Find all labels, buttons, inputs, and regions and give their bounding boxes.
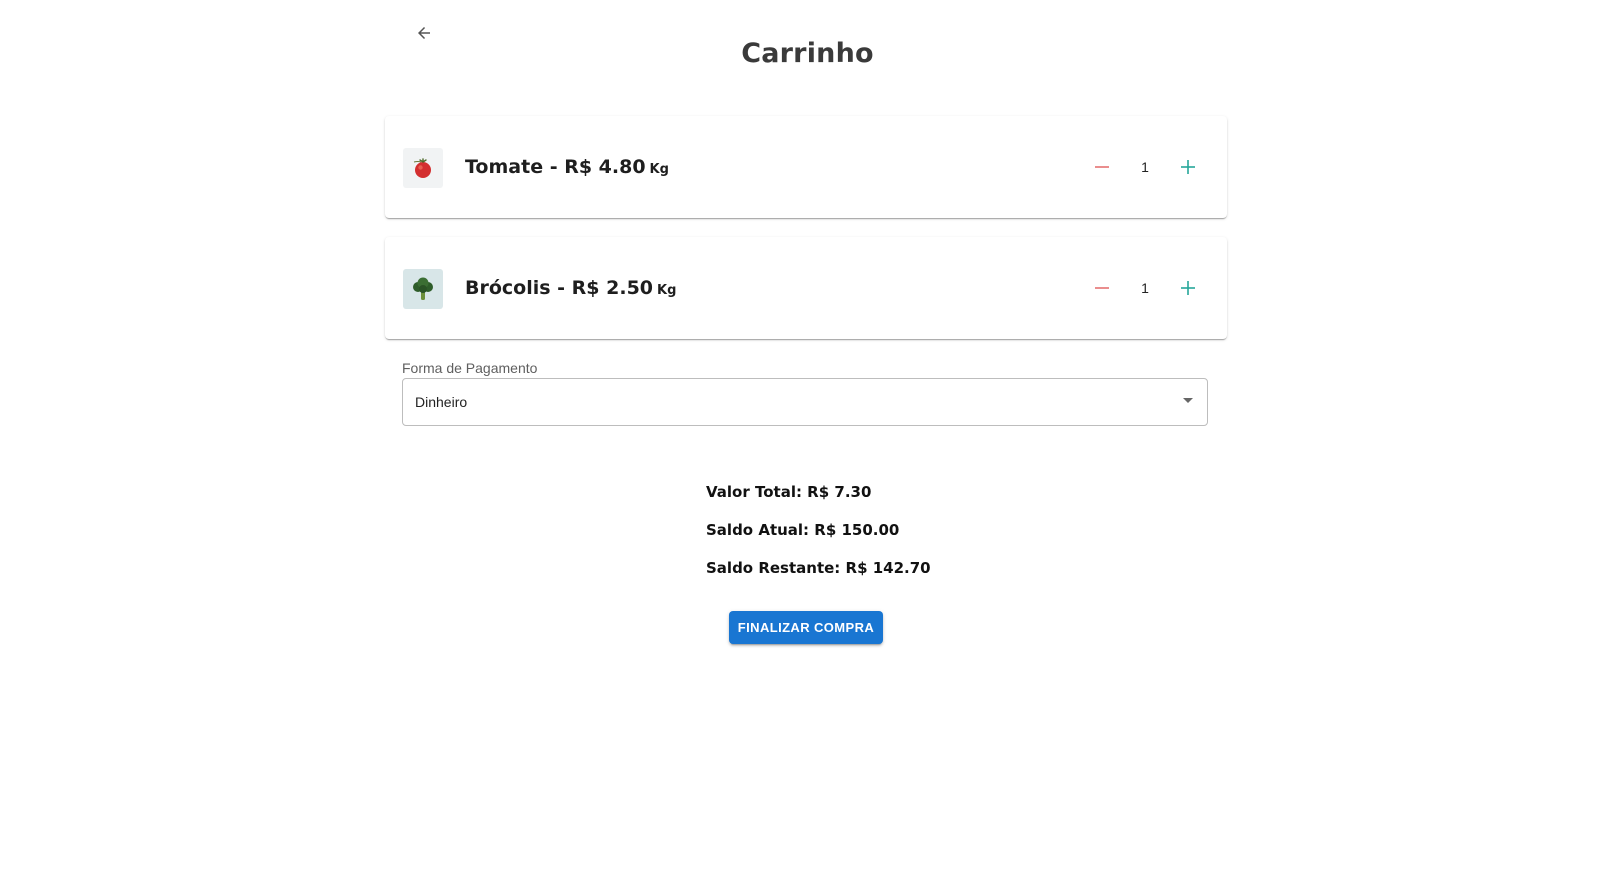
item-name-price: Brócolis - R$ 2.50 xyxy=(465,277,654,299)
item-title: Tomate - R$ 4.80 Kg xyxy=(465,156,669,178)
remaining-balance: Saldo Restante: R$ 142.70 xyxy=(706,559,931,577)
page-title: Carrinho xyxy=(741,38,874,69)
order-summary: Valor Total: R$ 7.30 Saldo Atual: R$ 150… xyxy=(706,482,931,596)
cart-page: Carrinho Tomate - R$ 4.80 Kg 1 Brócolis … xyxy=(0,0,1615,888)
item-unit: Kg xyxy=(657,283,677,298)
increment-button[interactable] xyxy=(1171,150,1205,184)
quantity-stepper: 1 xyxy=(1085,150,1205,184)
broccoli-icon xyxy=(413,277,433,300)
item-name-price: Tomate - R$ 4.80 xyxy=(465,156,646,178)
payment-method-label: Forma de Pagamento xyxy=(402,360,538,376)
cart-item-broccoli: Brócolis - R$ 2.50 Kg 1 xyxy=(385,237,1227,339)
quantity-value: 1 xyxy=(1141,280,1149,296)
tomato-icon xyxy=(413,158,431,178)
item-unit: Kg xyxy=(649,162,669,177)
quantity-stepper: 1 xyxy=(1085,271,1205,305)
minus-icon xyxy=(1095,166,1109,168)
decrement-button[interactable] xyxy=(1085,271,1119,305)
current-balance: Saldo Atual: R$ 150.00 xyxy=(706,521,900,539)
increment-button[interactable] xyxy=(1171,271,1205,305)
item-title: Brócolis - R$ 2.50 Kg xyxy=(465,277,676,299)
minus-icon xyxy=(1095,287,1109,289)
total-value: Valor Total: R$ 7.30 xyxy=(706,483,872,501)
plus-icon xyxy=(1181,160,1195,174)
payment-method-select[interactable]: Dinheiro xyxy=(402,378,1208,426)
finish-purchase-button[interactable]: FINALIZAR COMPRA xyxy=(729,611,883,644)
payment-method-value: Dinheiro xyxy=(415,394,468,410)
quantity-value: 1 xyxy=(1141,159,1149,175)
product-image xyxy=(403,148,443,188)
cart-item-tomato: Tomate - R$ 4.80 Kg 1 xyxy=(385,116,1227,218)
dropdown-caret-icon xyxy=(1183,398,1193,403)
product-image xyxy=(403,269,443,309)
decrement-button[interactable] xyxy=(1085,150,1119,184)
plus-icon xyxy=(1181,281,1195,295)
